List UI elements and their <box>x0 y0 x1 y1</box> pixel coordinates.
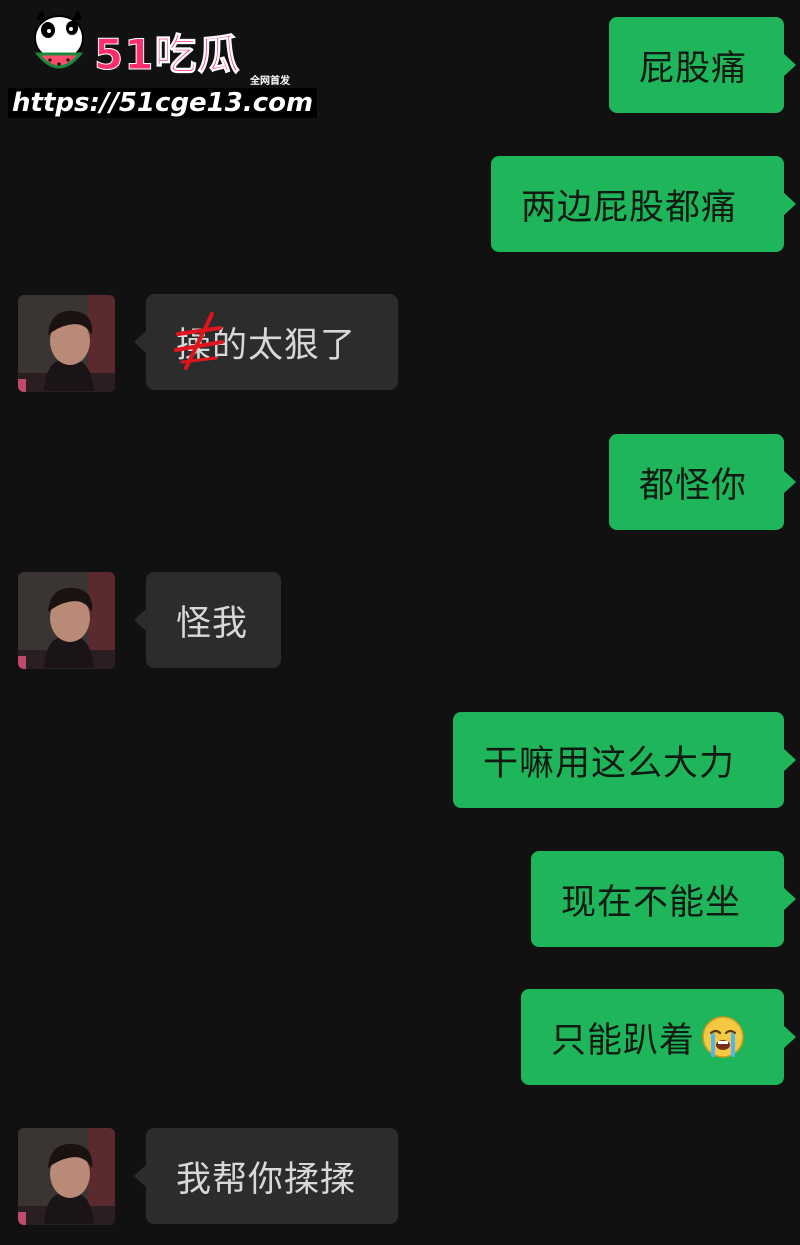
crying-face-emoji-icon <box>702 1016 744 1058</box>
message-text: 怪我 <box>176 603 249 644</box>
incoming-message-bubble[interactable]: 我帮你揉揉 <box>134 1128 398 1224</box>
message-text: 都怪你 <box>639 465 748 506</box>
avatar-portrait-icon <box>18 572 115 669</box>
outgoing-message-bubble[interactable]: 两边屁股都痛 <box>491 156 796 252</box>
outgoing-message-bubble[interactable]: 屁股痛 <box>609 17 796 113</box>
watermark-tagline: 全网首发 <box>250 76 290 87</box>
message-text: 只能趴着 <box>551 1020 696 1061</box>
watermark: 51吃瓜 全网首发 https://51cge13.com <box>8 8 318 118</box>
outgoing-message-bubble[interactable]: 都怪你 <box>609 434 796 530</box>
outgoing-message-bubble[interactable]: 只能趴着 <box>521 989 796 1085</box>
message-text: 两边屁股都痛 <box>521 187 738 228</box>
outgoing-message-bubble[interactable]: 现在不能坐 <box>531 851 796 947</box>
watermark-url: https://51cge13.com <box>8 88 318 118</box>
contact-avatar[interactable] <box>18 1128 115 1225</box>
incoming-message-bubble[interactable]: 怪我 <box>134 572 281 668</box>
cow-mascot-icon <box>34 10 84 69</box>
incoming-message-bubble[interactable]: 操的太狠了 <box>134 294 398 390</box>
message-text: 现在不能坐 <box>561 882 742 923</box>
contact-avatar[interactable] <box>18 295 115 392</box>
outgoing-message-bubble[interactable]: 干嘛用这么大力 <box>453 712 796 808</box>
avatar-portrait-icon <box>18 1128 115 1225</box>
avatar-portrait-icon <box>18 295 115 392</box>
contact-avatar[interactable] <box>18 572 115 669</box>
message-text: 屁股痛 <box>639 48 748 89</box>
message-text: 干嘛用这么大力 <box>483 743 736 784</box>
message-text: 操的太狠了 <box>176 325 357 366</box>
watermark-brand: 51吃瓜 <box>93 30 241 79</box>
message-text: 我帮你揉揉 <box>176 1159 357 1200</box>
